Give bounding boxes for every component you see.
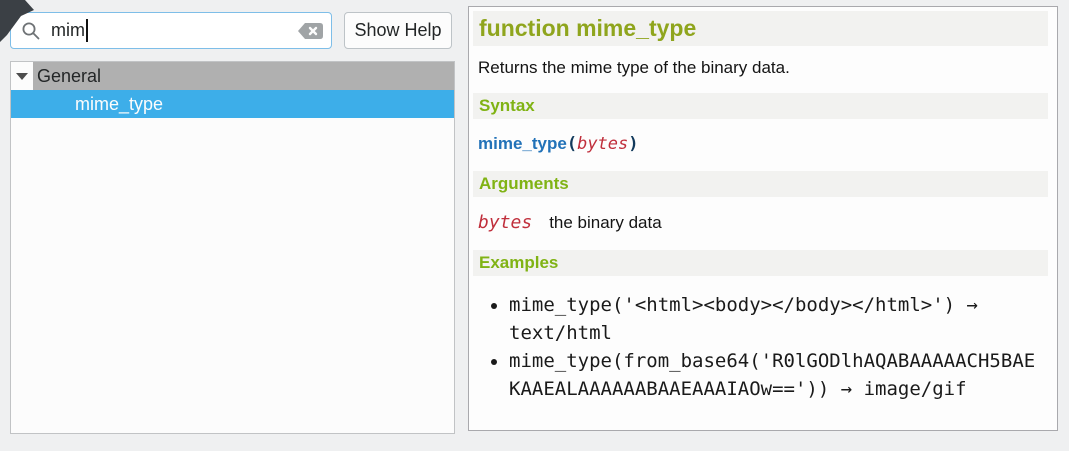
syntax-function-name: mime_type — [478, 134, 567, 153]
clear-search-icon[interactable] — [297, 21, 324, 41]
function-description: Returns the mime type of the binary data… — [478, 58, 1048, 78]
help-title: function mime_type — [473, 11, 1048, 46]
syntax-argument: bytes — [577, 134, 628, 154]
section-heading-arguments: Arguments — [473, 171, 1048, 197]
section-heading-syntax: Syntax — [473, 93, 1048, 119]
open-paren: ( — [567, 134, 577, 154]
help-pane: function mime_type Returns the mime type… — [468, 6, 1058, 431]
close-paren: ) — [628, 134, 638, 154]
expander-cell[interactable] — [11, 62, 33, 90]
argument-description: the binary data — [549, 213, 661, 233]
tree-item-label: mime_type — [75, 94, 163, 115]
function-tree: General mime_type — [10, 61, 455, 434]
tree-group-label: General — [37, 66, 101, 87]
tree-item-mime-type[interactable]: mime_type — [11, 90, 454, 118]
section-heading-examples: Examples — [473, 250, 1048, 276]
example-item: mime_type('<html><body></body></html>') … — [509, 291, 1039, 347]
syntax-signature: mime_type(bytes) — [478, 134, 1048, 154]
examples-list: mime_type('<html><body></body></html>') … — [473, 291, 1048, 403]
tree-group-general[interactable]: General — [11, 62, 454, 90]
text-caret — [86, 19, 88, 42]
search-input[interactable]: mim — [10, 12, 332, 49]
help-browser-window: mim Show Help General mime_type function… — [0, 0, 1069, 451]
show-help-button[interactable]: Show Help — [344, 12, 452, 49]
example-item: mime_type(from_base64('R0lGODlhAQABAAAAA… — [509, 347, 1039, 403]
chevron-down-icon — [16, 73, 28, 80]
argument-row: bytes the binary data — [478, 212, 1048, 233]
magnifier-icon — [21, 21, 41, 41]
argument-name: bytes — [478, 212, 532, 233]
search-input-value: mim — [51, 20, 85, 41]
